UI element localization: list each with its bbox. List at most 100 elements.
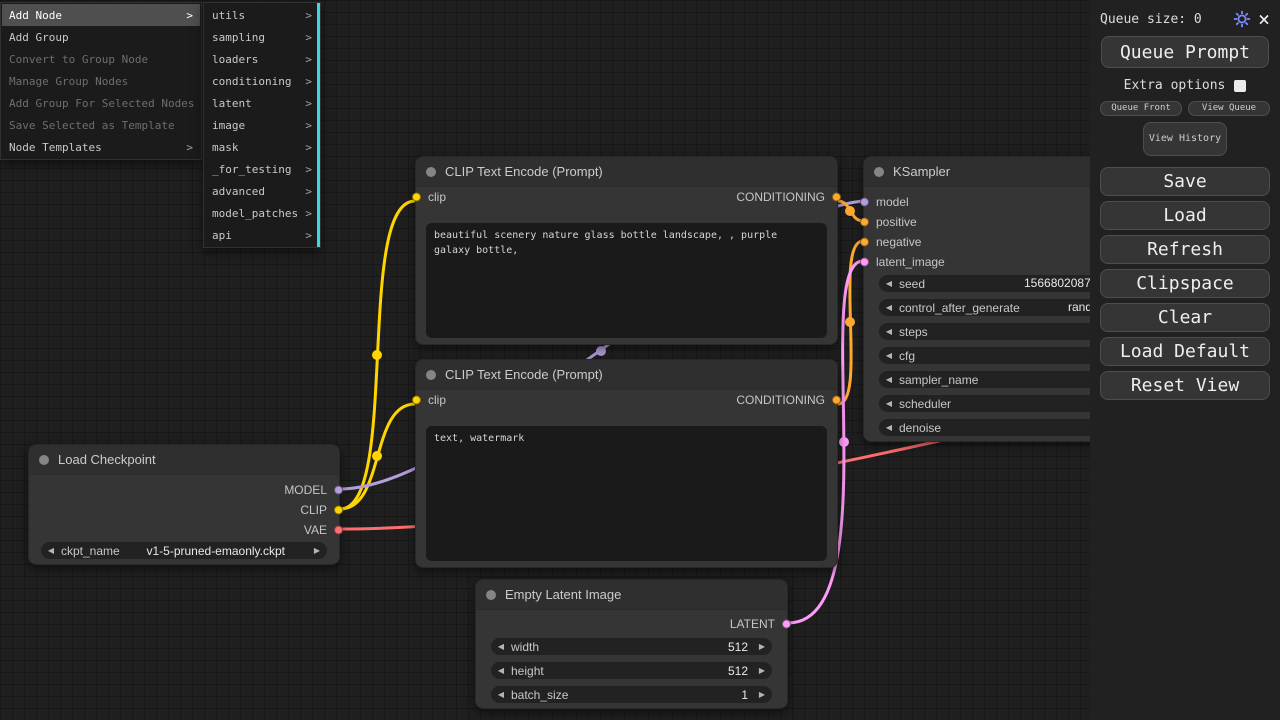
submenu-item-utils[interactable]: utils > (205, 4, 319, 26)
queue-front-button[interactable]: Queue Front (1100, 101, 1182, 116)
input-slot-positive[interactable] (860, 218, 869, 227)
widget-value: 512 (728, 664, 752, 678)
decrement-arrow-icon[interactable]: ◀ (879, 419, 899, 436)
output-slot-vae[interactable] (334, 526, 343, 535)
input-slot-clip[interactable] (412, 396, 421, 405)
node-empty-latent-image[interactable]: Empty Latent Image LATENT ◀ width 512 ▶ … (475, 579, 788, 709)
collapse-dot[interactable] (426, 370, 436, 380)
close-icon[interactable]: × (1258, 11, 1270, 27)
width-widget[interactable]: ◀ width 512 ▶ (491, 638, 772, 655)
menu-item-label: utils (212, 9, 245, 22)
queue-prompt-button[interactable]: Queue Prompt (1101, 36, 1269, 68)
output-slot-conditioning[interactable] (832, 396, 841, 405)
decrement-arrow-icon[interactable]: ◀ (879, 323, 899, 340)
collapse-dot[interactable] (486, 590, 496, 600)
submenu-item-conditioning[interactable]: conditioning > (205, 70, 319, 92)
submenu-item-latent[interactable]: latent > (205, 92, 319, 114)
node-title: KSampler (893, 164, 950, 179)
increment-arrow-icon[interactable]: ▶ (752, 662, 772, 679)
submenu-scrollbar[interactable] (317, 3, 320, 247)
decrement-arrow-icon[interactable]: ◀ (879, 371, 899, 388)
menu-item-label: Manage Group Nodes (9, 75, 128, 88)
output-slot-clip[interactable] (334, 506, 343, 515)
node-header[interactable]: CLIP Text Encode (Prompt) (416, 157, 837, 187)
menu-item-label: latent (212, 97, 252, 110)
load-button[interactable]: Load (1100, 201, 1270, 230)
menu-item-node-templates[interactable]: Node Templates > (2, 136, 200, 158)
view-history-button[interactable]: View History (1143, 122, 1227, 156)
load-default-button[interactable]: Load Default (1100, 337, 1270, 366)
previous-arrow-icon[interactable]: ◀ (41, 542, 61, 559)
menu-item-manage-group-nodes: Manage Group Nodes (2, 70, 200, 92)
output-slot-conditioning[interactable] (832, 193, 841, 202)
node-load-checkpoint[interactable]: Load Checkpoint MODEL CLIP VAE ◀ ckpt_na… (28, 444, 340, 565)
prompt-textarea[interactable]: beautiful scenery nature glass bottle la… (426, 223, 827, 338)
collapse-dot[interactable] (426, 167, 436, 177)
increment-arrow-icon[interactable]: ▶ (752, 638, 772, 655)
queue-size-label: Queue size: 0 (1100, 12, 1226, 27)
submenu-item-mask[interactable]: mask > (205, 136, 319, 158)
decrement-arrow-icon[interactable]: ◀ (491, 686, 511, 703)
increment-arrow-icon[interactable]: ▶ (752, 686, 772, 703)
decrement-arrow-icon[interactable]: ◀ (879, 299, 899, 316)
decrement-arrow-icon[interactable]: ◀ (491, 662, 511, 679)
save-button[interactable]: Save (1100, 167, 1270, 196)
submenu-item-sampling[interactable]: sampling > (205, 26, 319, 48)
decrement-arrow-icon[interactable]: ◀ (879, 275, 899, 292)
refresh-button[interactable]: Refresh (1100, 235, 1270, 264)
gear-icon[interactable] (1233, 10, 1251, 28)
menu-item-label: Convert to Group Node (9, 53, 148, 66)
menu-item-add-group-for-selected-nodes: Add Group For Selected Nodes (2, 92, 200, 114)
output-label-vae: VAE (304, 523, 327, 537)
node-clip-text-encode-1[interactable]: CLIP Text Encode (Prompt) clip CONDITION… (415, 156, 838, 345)
next-arrow-icon[interactable]: ▶ (307, 542, 327, 559)
add-node-submenu: utils > sampling > loaders > conditionin… (203, 2, 321, 248)
clear-button[interactable]: Clear (1100, 303, 1270, 332)
decrement-arrow-icon[interactable]: ◀ (491, 638, 511, 655)
node-header[interactable]: Load Checkpoint (29, 445, 339, 475)
decrement-arrow-icon[interactable]: ◀ (879, 395, 899, 412)
widget-value: 1 (741, 688, 752, 702)
ckpt-name-widget[interactable]: ◀ ckpt_name v1-5-pruned-emaonly.ckpt ▶ (41, 542, 327, 559)
output-slot-latent[interactable] (782, 620, 791, 629)
node-clip-text-encode-2[interactable]: CLIP Text Encode (Prompt) clip CONDITION… (415, 359, 838, 568)
widget-label: ckpt_name (61, 544, 120, 558)
chevron-right-icon: > (299, 97, 312, 110)
submenu-item-for-testing[interactable]: _for_testing > (205, 158, 319, 180)
node-header[interactable]: CLIP Text Encode (Prompt) (416, 360, 837, 390)
height-widget[interactable]: ◀ height 512 ▶ (491, 662, 772, 679)
submenu-item-image[interactable]: image > (205, 114, 319, 136)
menu-item-add-group[interactable]: Add Group (2, 26, 200, 48)
view-queue-button[interactable]: View Queue (1188, 101, 1270, 116)
prompt-textarea[interactable]: text, watermark (426, 426, 827, 561)
decrement-arrow-icon[interactable]: ◀ (879, 347, 899, 364)
output-label-clip: CLIP (300, 503, 327, 517)
submenu-item-model-patches[interactable]: model_patches > (205, 202, 319, 224)
chevron-right-icon: > (299, 141, 312, 154)
input-slot-model[interactable] (860, 198, 869, 207)
input-slot-negative[interactable] (860, 238, 869, 247)
collapse-dot[interactable] (874, 167, 884, 177)
canvas-context-menu: Add Node > Add Group Convert to Group No… (0, 2, 202, 160)
reset-view-button[interactable]: Reset View (1100, 371, 1270, 400)
input-slot-latent-image[interactable] (860, 258, 869, 267)
extra-options-checkbox[interactable] (1234, 80, 1246, 92)
submenu-item-loaders[interactable]: loaders > (205, 48, 319, 70)
chevron-right-icon: > (299, 119, 312, 132)
submenu-item-advanced[interactable]: advanced > (205, 180, 319, 202)
comfy-menu-panel: Queue size: 0 × Queue Prompt Extra optio… (1090, 0, 1280, 720)
menu-item-label: loaders (212, 53, 258, 66)
widget-label: width (511, 640, 539, 654)
input-slot-clip[interactable] (412, 193, 421, 202)
output-label-model: MODEL (284, 483, 327, 497)
node-header[interactable]: Empty Latent Image (476, 580, 787, 610)
link-midpoint-dot (845, 206, 855, 216)
collapse-dot[interactable] (39, 455, 49, 465)
output-label-latent: LATENT (730, 617, 775, 631)
submenu-item-api[interactable]: api > (205, 224, 319, 246)
clipspace-button[interactable]: Clipspace (1100, 269, 1270, 298)
input-label-model: model (876, 195, 909, 209)
batch-size-widget[interactable]: ◀ batch_size 1 ▶ (491, 686, 772, 703)
menu-item-add-node[interactable]: Add Node > (2, 4, 200, 26)
output-slot-model[interactable] (334, 486, 343, 495)
